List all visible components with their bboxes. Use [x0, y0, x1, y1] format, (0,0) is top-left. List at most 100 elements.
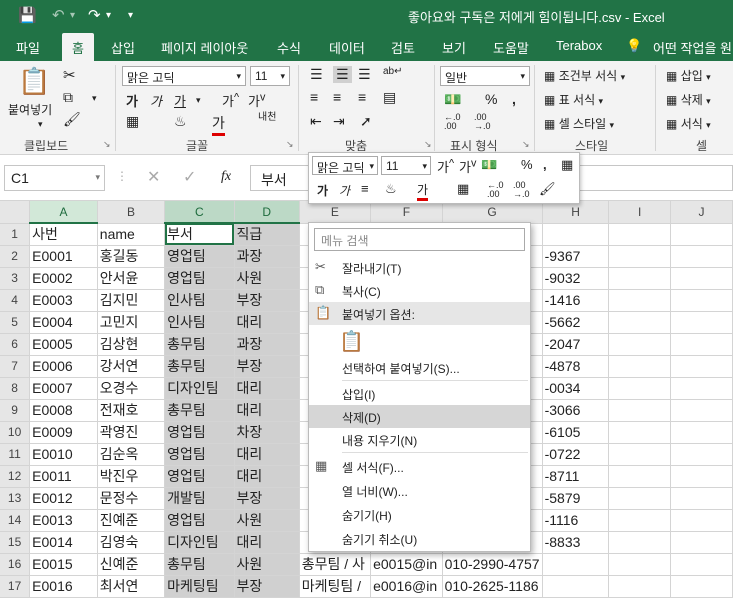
cell-d[interactable]: 과장 — [234, 333, 300, 356]
mini-font-color-icon[interactable]: 가 — [417, 181, 429, 201]
cell-j[interactable] — [670, 267, 733, 290]
cell-d[interactable]: 대리 — [234, 531, 300, 554]
cell-b[interactable]: 진예준 — [97, 509, 166, 532]
tab-formulas[interactable]: 수식 — [277, 38, 301, 57]
undo-dropdown-icon[interactable]: ▾ — [70, 10, 75, 21]
conditional-format-button[interactable]: ▦ 조건부 서식 ▾ — [544, 67, 625, 84]
italic-icon[interactable]: 가 — [150, 91, 162, 110]
cell-d[interactable]: 대리 — [234, 377, 300, 400]
paste-dropdown-icon[interactable]: ▾ — [38, 119, 43, 130]
cell-styles-button[interactable]: ▦ 셀 스타일 ▾ — [544, 115, 614, 132]
cell-c[interactable]: 영업팀 — [164, 443, 235, 466]
menu-item-cut[interactable]: ✂ 잘라내기(T) — [309, 256, 530, 279]
row-header[interactable]: 15 — [0, 531, 31, 554]
insert-function-icon[interactable]: fx — [221, 169, 231, 185]
align-left-icon[interactable]: ≡ — [310, 89, 318, 105]
column-header-a[interactable]: A — [29, 201, 98, 224]
tab-terabox[interactable]: Terabox — [556, 38, 602, 53]
row-header[interactable]: 5 — [0, 311, 31, 334]
increase-decimal-icon[interactable]: ←.0.00 — [444, 113, 461, 131]
cell-b[interactable]: name — [97, 223, 166, 246]
font-color-icon[interactable]: 가 — [212, 113, 225, 136]
cell-i[interactable] — [608, 267, 671, 290]
font-launcher-icon[interactable]: ↘ — [286, 139, 294, 150]
cell-a[interactable]: E0008 — [29, 399, 98, 422]
cell-d[interactable]: 부장 — [234, 355, 300, 378]
cell-h[interactable]: -9367 — [542, 245, 610, 268]
cell-j[interactable] — [670, 333, 733, 356]
align-center-icon[interactable]: ≡ — [333, 89, 341, 105]
column-header-f[interactable]: F — [370, 201, 443, 224]
menu-search-input[interactable]: 메뉴 검색 — [314, 228, 525, 251]
cell-i[interactable] — [608, 553, 671, 576]
redo-icon[interactable]: ↷ — [88, 6, 101, 24]
cell-c[interactable]: 총무팀 — [164, 553, 235, 576]
cell-b[interactable]: 최서연 — [97, 575, 166, 598]
delete-cells-button[interactable]: ▦ 삭제 ▾ — [666, 91, 711, 108]
font-size-combo[interactable]: 11 ▾ — [250, 66, 290, 86]
cell-i[interactable] — [608, 377, 671, 400]
bold-icon[interactable]: 가 — [126, 91, 138, 110]
cell-c[interactable]: 인사팀 — [164, 289, 235, 312]
menu-item-unhide[interactable]: 숨기기 취소(U) — [309, 527, 530, 550]
column-header-e[interactable]: E — [299, 201, 372, 224]
customize-qa-icon[interactable]: ▾ — [128, 10, 133, 21]
merge-center-icon[interactable]: ▤ — [383, 89, 396, 106]
cell-a[interactable]: E0007 — [29, 377, 98, 400]
cell-b[interactable]: 신예준 — [97, 553, 166, 576]
row-header[interactable]: 10 — [0, 421, 31, 444]
cell-i[interactable] — [608, 487, 671, 510]
mini-decrease-font-icon[interactable]: 가v — [459, 157, 476, 176]
cell-j[interactable] — [670, 223, 733, 246]
enter-icon[interactable]: ✓ — [183, 167, 196, 187]
cut-icon[interactable]: ✂ — [63, 66, 76, 84]
cell-i[interactable] — [608, 311, 671, 334]
cell-d[interactable]: 차장 — [234, 421, 300, 444]
cell-a[interactable]: E0012 — [29, 487, 98, 510]
copy-dropdown-icon[interactable]: ▾ — [92, 93, 97, 104]
save-icon[interactable]: 💾 — [18, 6, 37, 24]
cell-c[interactable]: 영업팀 — [164, 465, 235, 488]
tab-home[interactable]: 홈 — [62, 33, 94, 61]
cell-j[interactable] — [670, 377, 733, 400]
cell-j[interactable] — [670, 421, 733, 444]
cell-b[interactable]: 고민지 — [97, 311, 166, 334]
tab-data[interactable]: 데이터 — [329, 38, 365, 57]
cell-a[interactable]: E0002 — [29, 267, 98, 290]
cell-a[interactable]: E0013 — [29, 509, 98, 532]
cell-b[interactable]: 전재호 — [97, 399, 166, 422]
cell-i[interactable] — [608, 399, 671, 422]
cell-h[interactable]: -8711 — [542, 465, 610, 488]
mini-format-painter-icon[interactable]: 🖌 — [539, 181, 556, 197]
row-header[interactable]: 7 — [0, 355, 31, 378]
mini-border-icon[interactable]: ▦ — [457, 181, 469, 197]
alignment-launcher-icon[interactable]: ↘ — [424, 139, 432, 150]
cell-b[interactable]: 김영숙 — [97, 531, 166, 554]
cell-c[interactable]: 부서 — [164, 223, 235, 246]
cell-i[interactable] — [608, 531, 671, 554]
cell-j[interactable] — [670, 399, 733, 422]
cell-f[interactable]: e0015@in — [370, 553, 443, 576]
border-icon[interactable]: ▦ — [126, 113, 139, 130]
cell-c[interactable]: 총무팀 — [164, 355, 235, 378]
font-name-combo[interactable]: 맑은 고딕 ▾ — [122, 66, 246, 86]
mini-fill-color-icon[interactable]: ♨ — [385, 181, 397, 197]
cell-b[interactable]: 문정수 — [97, 487, 166, 510]
cell-b[interactable]: 박진우 — [97, 465, 166, 488]
cell-a[interactable]: 사번 — [29, 223, 98, 246]
increase-indent-icon[interactable]: ⇥ — [333, 113, 345, 130]
cell-j[interactable] — [670, 553, 733, 576]
menu-item-insert[interactable]: 삽입(I) — [309, 382, 530, 405]
cell-a[interactable]: E0004 — [29, 311, 98, 334]
cell-d[interactable]: 사원 — [234, 509, 300, 532]
cell-d[interactable]: 사원 — [234, 267, 300, 290]
row-header[interactable]: 14 — [0, 509, 31, 532]
decrease-decimal-icon[interactable]: .00 →.0 — [474, 113, 491, 131]
row-header[interactable]: 11 — [0, 443, 31, 466]
tab-help[interactable]: 도움말 — [493, 38, 529, 57]
format-as-table-button[interactable]: ▦ 표 서식 ▾ — [544, 91, 603, 108]
cell-j[interactable] — [670, 245, 733, 268]
cell-c[interactable]: 개발팀 — [164, 487, 235, 510]
cell-d[interactable]: 대리 — [234, 399, 300, 422]
insert-cells-button[interactable]: ▦ 삽입 ▾ — [666, 67, 711, 84]
